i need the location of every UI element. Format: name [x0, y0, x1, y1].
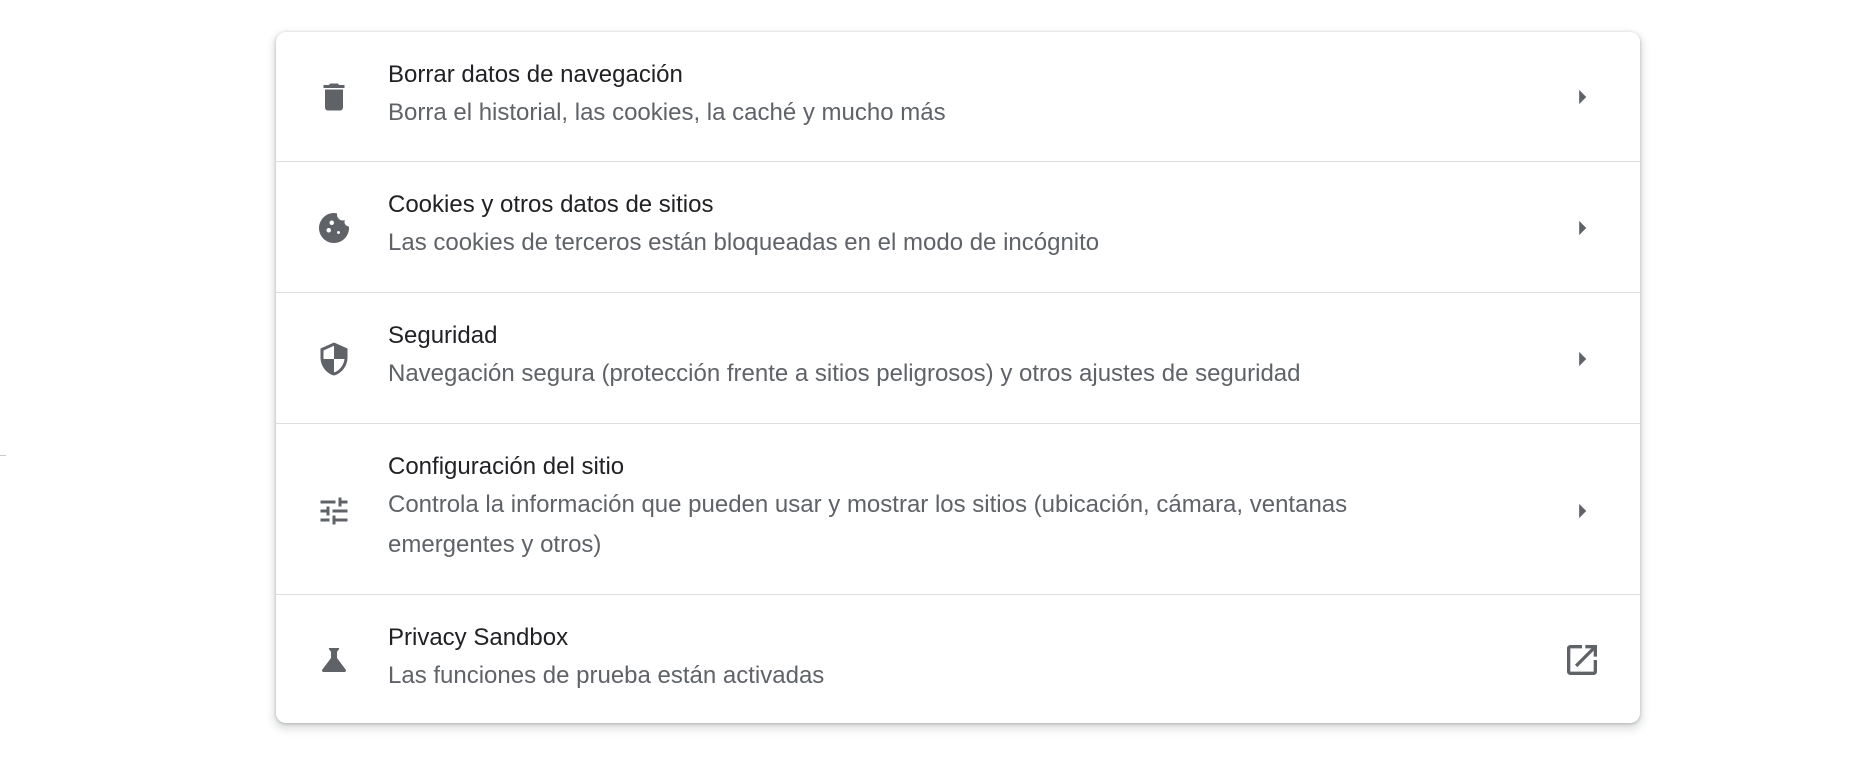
privacy-settings-card: Borrar datos de navegación Borra el hist…	[276, 32, 1640, 723]
open-in-new-icon[interactable]	[1560, 638, 1604, 682]
cookies-row[interactable]: Cookies y otros datos de sitios Las cook…	[276, 162, 1640, 293]
row-text: Configuración del sitio Controla la info…	[388, 451, 1470, 565]
row-title: Seguridad	[388, 322, 498, 349]
tune-sliders-icon	[312, 489, 356, 533]
chevron-right-icon[interactable]	[1560, 75, 1604, 119]
trash-icon	[312, 75, 356, 119]
clear-browsing-data-row[interactable]: Borrar datos de navegación Borra el hist…	[276, 32, 1640, 162]
row-text: Cookies y otros datos de sitios Las cook…	[388, 189, 1470, 263]
chevron-right-icon[interactable]	[1560, 206, 1604, 250]
edge-divider-fragment	[0, 455, 6, 456]
security-row[interactable]: Seguridad Navegación segura (protección …	[276, 293, 1640, 424]
row-title: Configuración del sitio	[388, 453, 625, 480]
row-subtitle: Las cookies de terceros están bloqueadas…	[388, 229, 1100, 256]
cookie-icon	[312, 206, 356, 250]
privacy-sandbox-row[interactable]: Privacy Sandbox Las funciones de prueba …	[276, 595, 1640, 723]
row-subtitle: Navegación segura (protección frente a s…	[388, 360, 1301, 387]
row-text: Seguridad Navegación segura (protección …	[388, 320, 1470, 394]
row-subtitle: Borra el historial, las cookies, la cach…	[388, 99, 946, 126]
row-text: Privacy Sandbox Las funciones de prueba …	[388, 622, 1470, 696]
privacy-settings-page: Borrar datos de navegación Borra el hist…	[0, 0, 1876, 758]
row-title: Privacy Sandbox	[388, 624, 569, 651]
site-settings-row[interactable]: Configuración del sitio Controla la info…	[276, 424, 1640, 595]
row-subtitle: Controla la información que pueden usar …	[388, 491, 1348, 558]
chevron-right-icon[interactable]	[1560, 489, 1604, 533]
row-title: Cookies y otros datos de sitios	[388, 191, 714, 218]
chevron-right-icon[interactable]	[1560, 337, 1604, 381]
row-subtitle: Las funciones de prueba están activadas	[388, 662, 825, 689]
shield-icon	[312, 337, 356, 381]
row-title: Borrar datos de navegación	[388, 61, 683, 88]
flask-icon	[312, 638, 356, 682]
row-text: Borrar datos de navegación Borra el hist…	[388, 59, 1470, 133]
